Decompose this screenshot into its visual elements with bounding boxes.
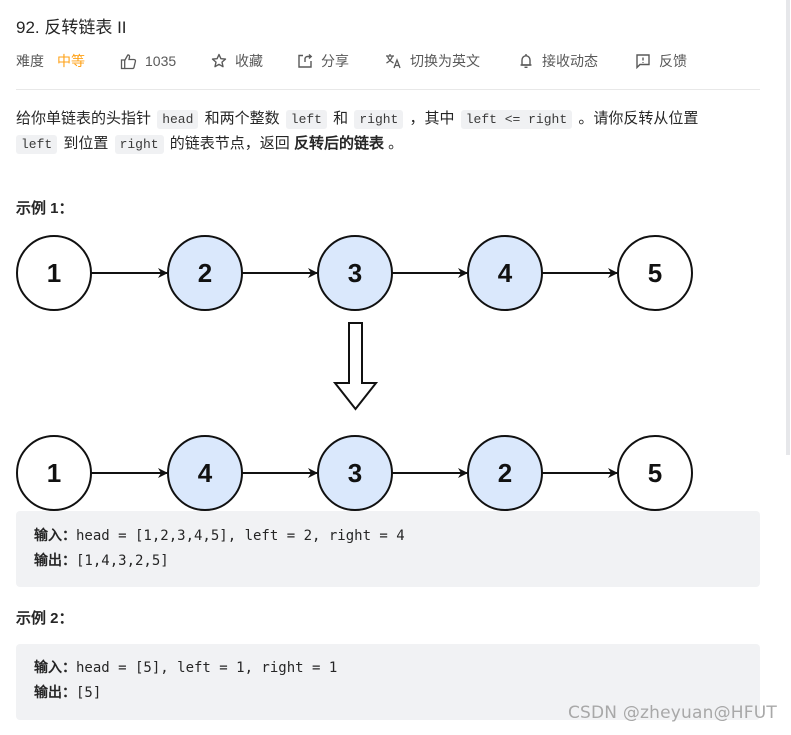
description-text: ，其中 [409, 110, 455, 127]
input-label: 输入： [34, 660, 76, 676]
description-text: 的链表节点，返回 [169, 135, 290, 152]
example-1-title: 示例 1： [16, 200, 74, 217]
favorite-label: 收藏 [235, 53, 263, 69]
bell-icon [518, 53, 534, 69]
description-line-2: left 到位置 right 的链表节点，返回 反转后的链表 。 [16, 132, 760, 157]
output-label: 输出： [34, 685, 76, 701]
list-after-reversal: 1 4 3 2 5 [16, 435, 693, 511]
before-node-value: 1 [47, 258, 61, 288]
list-before-reversal: 1 2 3 4 5 [16, 235, 693, 311]
watermark: CSDN @zheyuan@HFUT [567, 703, 777, 723]
difficulty-badge: 中等 [57, 53, 85, 69]
difficulty-label: 难度 [16, 53, 44, 69]
after-node-value: 5 [648, 458, 662, 488]
down-arrow-icon [332, 322, 379, 411]
inline-code: right [354, 110, 404, 129]
translate-label: 切换为英文 [410, 53, 480, 69]
translate-button[interactable]: 切换为英文 [385, 50, 480, 72]
problem-description: 给你单链表的头指针 head 和两个整数 left 和 right ，其中 le… [16, 107, 760, 157]
feedback-button[interactable]: 反馈 [635, 50, 687, 72]
description-text: 到位置 [63, 135, 109, 152]
star-icon [211, 53, 227, 69]
description-line-1: 给你单链表的头指针 head 和两个整数 left 和 right ，其中 le… [16, 107, 760, 132]
example-2-input: 输入：head = [5], left = 1, right = 1 [34, 658, 337, 678]
inline-code: left [16, 135, 58, 154]
favorite-button[interactable]: 收藏 [211, 50, 263, 72]
example-1-code-block: 输入：head = [1,2,3,4,5], left = 2, right =… [16, 511, 760, 587]
after-node-value: 4 [198, 458, 213, 488]
share-button[interactable]: 分享 [297, 50, 349, 72]
inline-code: left [285, 110, 327, 129]
output-value: [5] [76, 685, 102, 701]
output-label: 输出： [34, 553, 76, 569]
description-text: 和 [333, 110, 349, 127]
like-button[interactable]: 1035 [120, 50, 176, 72]
linked-list-diagram: 1 2 3 4 5 1 4 3 2 5 [16, 235, 693, 511]
description-text: 给你单链表的头指针 [16, 110, 152, 127]
description-text: 。 [388, 135, 404, 152]
inline-code: left <= right [460, 110, 573, 129]
input-value: head = [5], left = 1, right = 1 [76, 660, 338, 676]
before-node-value: 2 [198, 258, 212, 288]
share-icon [297, 53, 313, 69]
feedback-label: 反馈 [659, 53, 687, 69]
feedback-icon [635, 53, 651, 69]
after-node-value: 2 [498, 458, 512, 488]
problem-title: 92. 反转链表 II [16, 18, 127, 37]
example-1-input: 输入：head = [1,2,3,4,5], left = 2, right =… [34, 526, 405, 546]
example-2-output: 输出：[5] [34, 683, 101, 703]
scrollbar[interactable] [786, 0, 790, 455]
before-node-value: 5 [648, 258, 662, 288]
subscribe-label: 接收动态 [542, 53, 598, 69]
before-node-value: 4 [498, 258, 513, 288]
description-text: 和两个整数 [204, 110, 280, 127]
inline-code: head [157, 110, 199, 129]
example-1-output: 输出：[1,4,3,2,5] [34, 551, 169, 571]
inline-code: right [114, 135, 164, 154]
example-2-title: 示例 2： [16, 610, 74, 627]
input-value: head = [1,2,3,4,5], left = 2, right = 4 [76, 528, 405, 544]
subscribe-button[interactable]: 接收动态 [518, 50, 598, 72]
after-node-value: 1 [47, 458, 61, 488]
description-emphasis: 反转后的链表 [293, 135, 384, 152]
output-value: [1,4,3,2,5] [76, 553, 169, 569]
description-text: 。请你反转从位置 [578, 110, 699, 127]
header-divider [16, 89, 760, 90]
difficulty: 难度 中等 [16, 50, 85, 72]
translate-icon [385, 53, 402, 69]
like-count: 1035 [145, 53, 177, 69]
share-label: 分享 [321, 53, 349, 69]
after-node-value: 3 [348, 458, 362, 488]
thumbs-up-icon [120, 53, 137, 70]
input-label: 输入： [34, 528, 76, 544]
before-node-value: 3 [348, 258, 362, 288]
